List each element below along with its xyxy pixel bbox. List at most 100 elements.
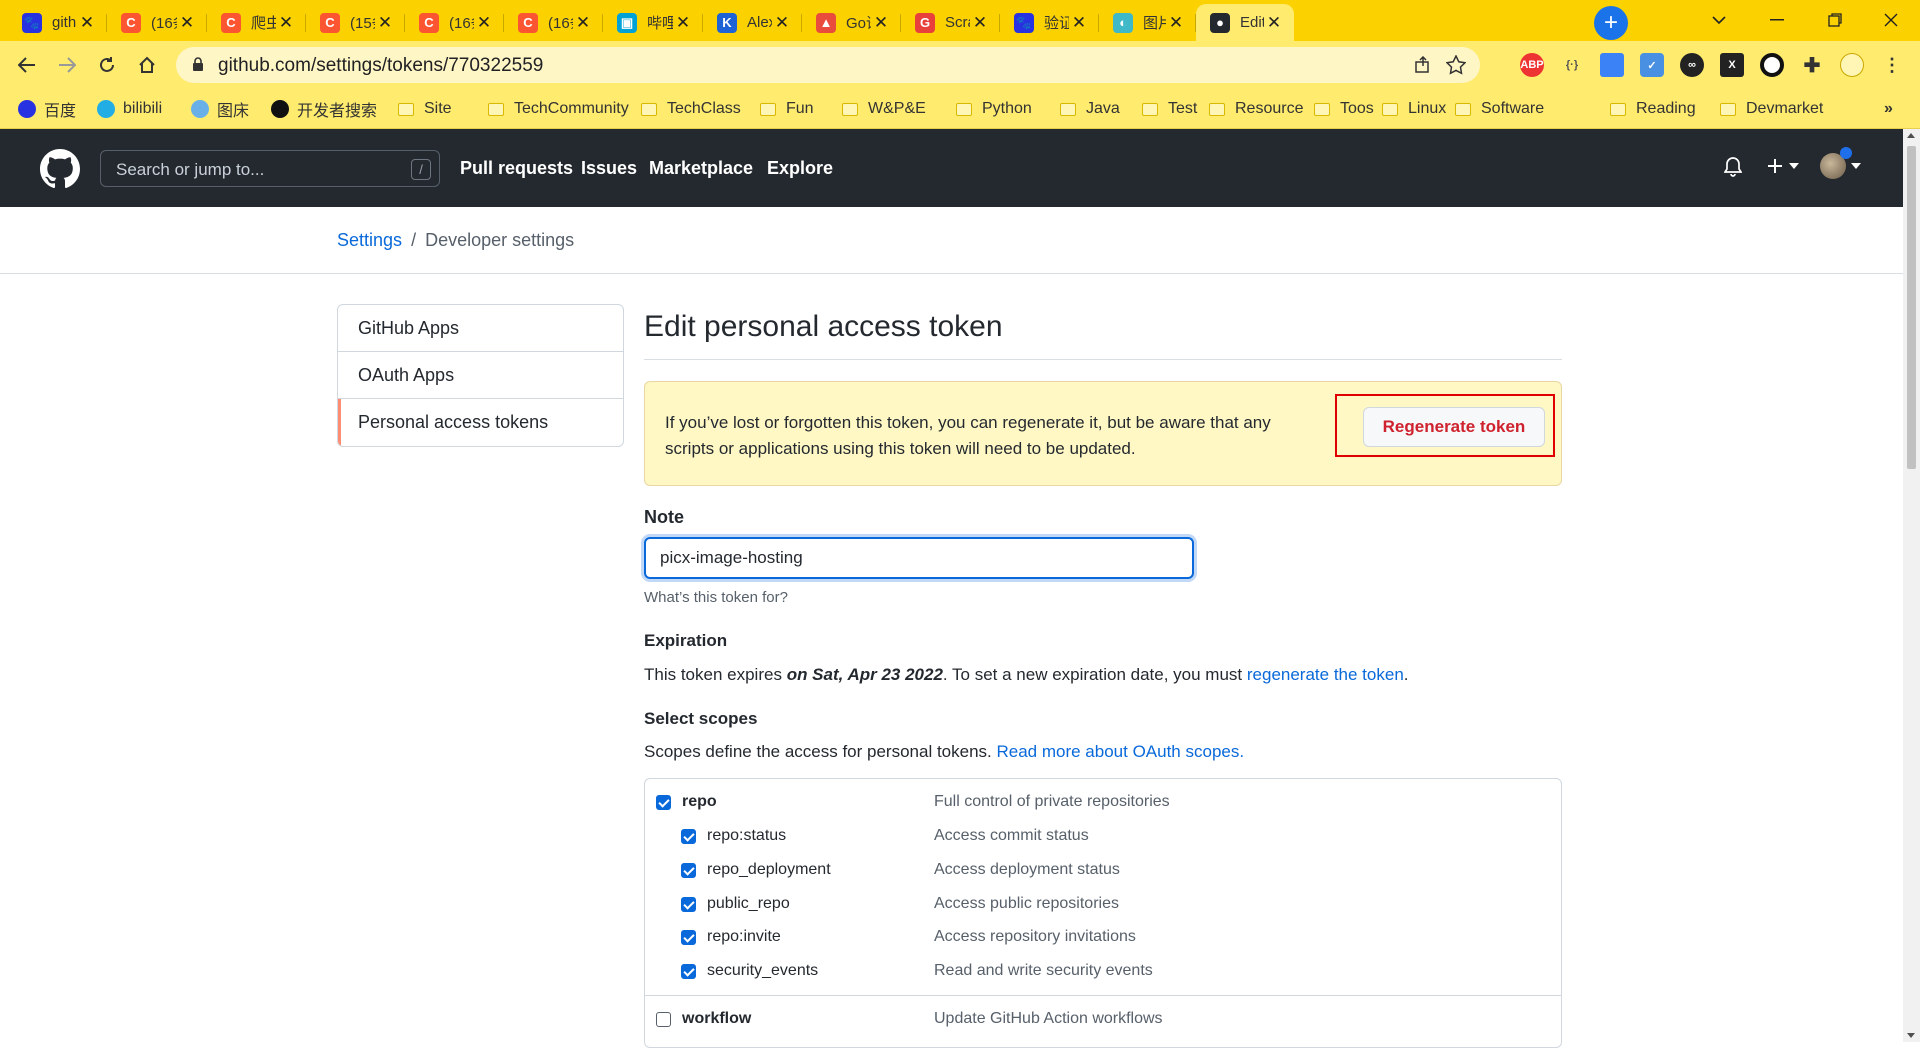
bookmark-item[interactable]: Python <box>956 97 1032 121</box>
home-icon[interactable] <box>133 51 161 79</box>
github-logo-icon[interactable] <box>40 149 80 189</box>
tab-title: 验证码 <box>1044 15 1069 32</box>
browser-tab[interactable]: G Scrap✕ <box>901 4 1000 41</box>
tab-close-icon[interactable]: ✕ <box>673 13 693 33</box>
bookmark-star-icon[interactable] <box>1446 55 1466 75</box>
bookmark-extension-icon[interactable] <box>1600 53 1624 77</box>
nav-pull-requests[interactable]: Pull requests <box>460 158 573 179</box>
json-extension-icon[interactable]: {·} <box>1560 53 1584 77</box>
bookmark-item[interactable]: Toos <box>1314 97 1374 121</box>
browser-tab[interactable]: ● Edit p✕ <box>1196 4 1294 41</box>
browser-tab[interactable]: K Alexa✕ <box>703 4 802 41</box>
menu-item-personal-access-tokens[interactable]: Personal access tokens <box>338 399 623 446</box>
bookmark-item[interactable]: Site <box>398 97 452 121</box>
regenerate-token-button[interactable]: Regenerate token <box>1363 407 1545 447</box>
tab-close-icon[interactable]: ✕ <box>1264 13 1284 33</box>
scroll-up-icon[interactable] <box>1907 133 1915 138</box>
note-input[interactable] <box>644 537 1194 579</box>
bookmark-item[interactable]: 百度 <box>18 97 76 121</box>
menu-item-oauth-apps[interactable]: OAuth Apps <box>338 352 623 399</box>
browser-tab[interactable]: C (16条✕ <box>504 4 603 41</box>
regenerate-token-link[interactable]: regenerate the token <box>1247 665 1404 684</box>
create-new-dropdown[interactable] <box>1766 157 1799 175</box>
bookmark-item[interactable]: Reading <box>1610 97 1696 121</box>
bookmark-item[interactable]: Fun <box>760 97 814 121</box>
scope-checkbox[interactable] <box>681 863 696 878</box>
bookmark-item[interactable]: TechClass <box>641 97 741 121</box>
breadcrumb-settings-link[interactable]: Settings <box>337 230 402 250</box>
scope-checkbox[interactable] <box>681 829 696 844</box>
share-icon[interactable] <box>1414 56 1432 74</box>
browser-tab[interactable]: 🐾 githu✕ <box>8 4 107 41</box>
bookmarks-more-button[interactable]: » <box>1884 97 1893 121</box>
translate-extension-icon[interactable]: ✓ <box>1640 53 1664 77</box>
page-scrollbar[interactable] <box>1903 129 1920 1042</box>
oauth-scopes-link[interactable]: Read more about OAuth scopes. <box>996 742 1244 761</box>
tab-close-icon[interactable]: ✕ <box>474 13 494 33</box>
tab-close-icon[interactable]: ✕ <box>871 13 891 33</box>
minimize-icon[interactable] <box>1748 0 1806 40</box>
tab-close-icon[interactable]: ✕ <box>77 13 97 33</box>
tab-close-icon[interactable]: ✕ <box>573 13 593 33</box>
bookmark-item[interactable]: Java <box>1060 97 1120 121</box>
scope-checkbox[interactable] <box>656 795 671 810</box>
scope-checkbox[interactable] <box>681 897 696 912</box>
browser-tab[interactable]: C (15条✕ <box>306 4 405 41</box>
tab-close-icon[interactable]: ✕ <box>177 13 197 33</box>
lock-icon[interactable] <box>192 57 204 72</box>
browser-tab[interactable]: ▲ Go语✕ <box>802 4 901 41</box>
browser-tab[interactable]: ◐ 图片上✕ <box>1099 4 1196 41</box>
github-search-input[interactable]: Search or jump to... / <box>100 150 440 187</box>
bell-icon[interactable] <box>1724 157 1742 177</box>
bookmark-item[interactable]: Linux <box>1382 97 1446 121</box>
folder-icon <box>1060 102 1076 116</box>
avatar[interactable] <box>1820 147 1852 179</box>
bookmark-item[interactable]: Resource <box>1209 97 1303 121</box>
bookmark-item[interactable]: 开发者搜索 <box>271 97 377 121</box>
puzzle-extensions-icon[interactable]: ✚ <box>1800 53 1824 77</box>
avatar-dropdown[interactable] <box>1820 147 1861 179</box>
scroll-thumb[interactable] <box>1907 146 1916 469</box>
bookmark-item[interactable]: TechCommunity <box>488 97 629 121</box>
bookmark-item[interactable]: W&P&E <box>842 97 926 121</box>
url-text: github.com/settings/tokens/770322559 <box>218 55 544 76</box>
tab-close-icon[interactable]: ✕ <box>1069 13 1089 33</box>
scope-checkbox[interactable] <box>681 964 696 979</box>
tab-close-icon[interactable]: ✕ <box>970 13 990 33</box>
nav-marketplace[interactable]: Marketplace <box>649 158 753 179</box>
infinity-extension-icon[interactable]: ∞ <box>1680 53 1704 77</box>
tab-close-icon[interactable]: ✕ <box>276 13 296 33</box>
new-tab-button[interactable]: + <box>1594 6 1628 40</box>
scroll-down-icon[interactable] <box>1907 1033 1915 1038</box>
tab-close-icon[interactable]: ✕ <box>375 13 395 33</box>
forward-arrow-icon[interactable] <box>53 51 81 79</box>
adblock-extension-icon[interactable]: ABP <box>1520 53 1544 77</box>
nav-issues[interactable]: Issues <box>581 158 637 179</box>
bookmark-item[interactable]: Devmarket <box>1720 97 1823 121</box>
scope-checkbox[interactable] <box>681 930 696 945</box>
x-extension-icon[interactable]: X <box>1720 53 1744 77</box>
bookmark-item[interactable]: bilibili <box>97 97 162 121</box>
browser-tab[interactable]: C (16条✕ <box>107 4 207 41</box>
browser-menu-icon[interactable]: ⋮ <box>1880 53 1904 77</box>
restore-icon[interactable] <box>1806 0 1864 40</box>
browser-tab[interactable]: C (16条✕ <box>405 4 504 41</box>
browser-tab[interactable]: 🐾 验证码✕ <box>1000 4 1099 41</box>
nav-explore[interactable]: Explore <box>767 158 833 179</box>
bookmark-item[interactable]: 图床 <box>191 97 249 121</box>
bookmark-item[interactable]: Test <box>1142 97 1197 121</box>
browser-tab[interactable]: ▣ 哔哩哔✕ <box>603 4 703 41</box>
browser-tab[interactable]: C 爬虫进✕ <box>207 4 306 41</box>
scope-checkbox[interactable] <box>656 1012 671 1027</box>
tab-close-icon[interactable]: ✕ <box>1166 13 1186 33</box>
menu-item-github-apps[interactable]: GitHub Apps <box>338 305 623 352</box>
address-bar[interactable]: github.com/settings/tokens/770322559 <box>176 47 1480 83</box>
circle-extension-icon[interactable] <box>1760 53 1784 77</box>
bookmark-item[interactable]: Software <box>1455 97 1544 121</box>
back-arrow-icon[interactable] <box>13 51 41 79</box>
tab-search-icon[interactable] <box>1690 0 1748 40</box>
reload-icon[interactable] <box>93 51 121 79</box>
profile-icon[interactable] <box>1840 53 1864 77</box>
close-window-icon[interactable] <box>1862 0 1920 40</box>
tab-close-icon[interactable]: ✕ <box>772 13 792 33</box>
